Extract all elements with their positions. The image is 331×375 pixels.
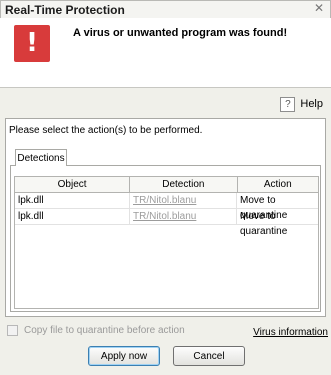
title-bar: Real-Time Protection ✕ <box>0 0 331 18</box>
row-action-select[interactable]: Move to quarantine <box>237 209 318 237</box>
table-row[interactable]: lpk.dll TR/Nitol.blanu Move to quarantin… <box>15 209 318 237</box>
action-panel: Please select the action(s) to be perfor… <box>5 118 326 317</box>
alert-message: A virus or unwanted program was found! <box>73 27 288 39</box>
tab-detections[interactable]: Detections <box>15 149 67 166</box>
close-icon[interactable]: ✕ <box>312 2 326 15</box>
row-action-select[interactable]: Move to quarantine <box>237 193 318 221</box>
help-area[interactable]: ? Help <box>280 96 323 112</box>
column-header-action[interactable]: Action <box>238 177 318 192</box>
row-object: lpk.dll <box>15 209 130 224</box>
column-header-object[interactable]: Object <box>15 177 131 192</box>
copy-to-quarantine-label: Copy file to quarantine before action <box>24 325 185 336</box>
detections-tab-panel: Object Detection Action lpk.dll TR/Nitol… <box>10 165 321 312</box>
row-object: lpk.dll <box>15 193 130 208</box>
column-header-detection[interactable]: Detection <box>130 177 238 192</box>
copy-to-quarantine-option[interactable]: Copy file to quarantine before action <box>7 325 185 336</box>
cancel-button[interactable]: Cancel <box>173 346 245 366</box>
alert-header: ! A virus or unwanted program was found! <box>0 18 331 88</box>
detections-table: Object Detection Action lpk.dll TR/Nitol… <box>14 176 319 309</box>
table-header: Object Detection Action <box>15 177 318 193</box>
apply-now-button[interactable]: Apply now <box>88 346 160 366</box>
window-title: Real-Time Protection <box>5 3 125 17</box>
help-link[interactable]: Help <box>300 98 323 110</box>
detection-link[interactable]: TR/Nitol.blanu <box>133 195 196 206</box>
table-row[interactable]: lpk.dll TR/Nitol.blanu Move to quarantin… <box>15 193 318 221</box>
help-icon[interactable]: ? <box>280 96 296 112</box>
detection-link[interactable]: TR/Nitol.blanu <box>133 211 196 222</box>
copy-to-quarantine-checkbox[interactable] <box>7 325 18 336</box>
virus-information-link[interactable]: Virus information <box>253 327 328 338</box>
instruction-text: Please select the action(s) to be perfor… <box>9 125 203 136</box>
exclamation-icon: ! <box>26 28 38 58</box>
alert-icon: ! <box>14 25 50 62</box>
